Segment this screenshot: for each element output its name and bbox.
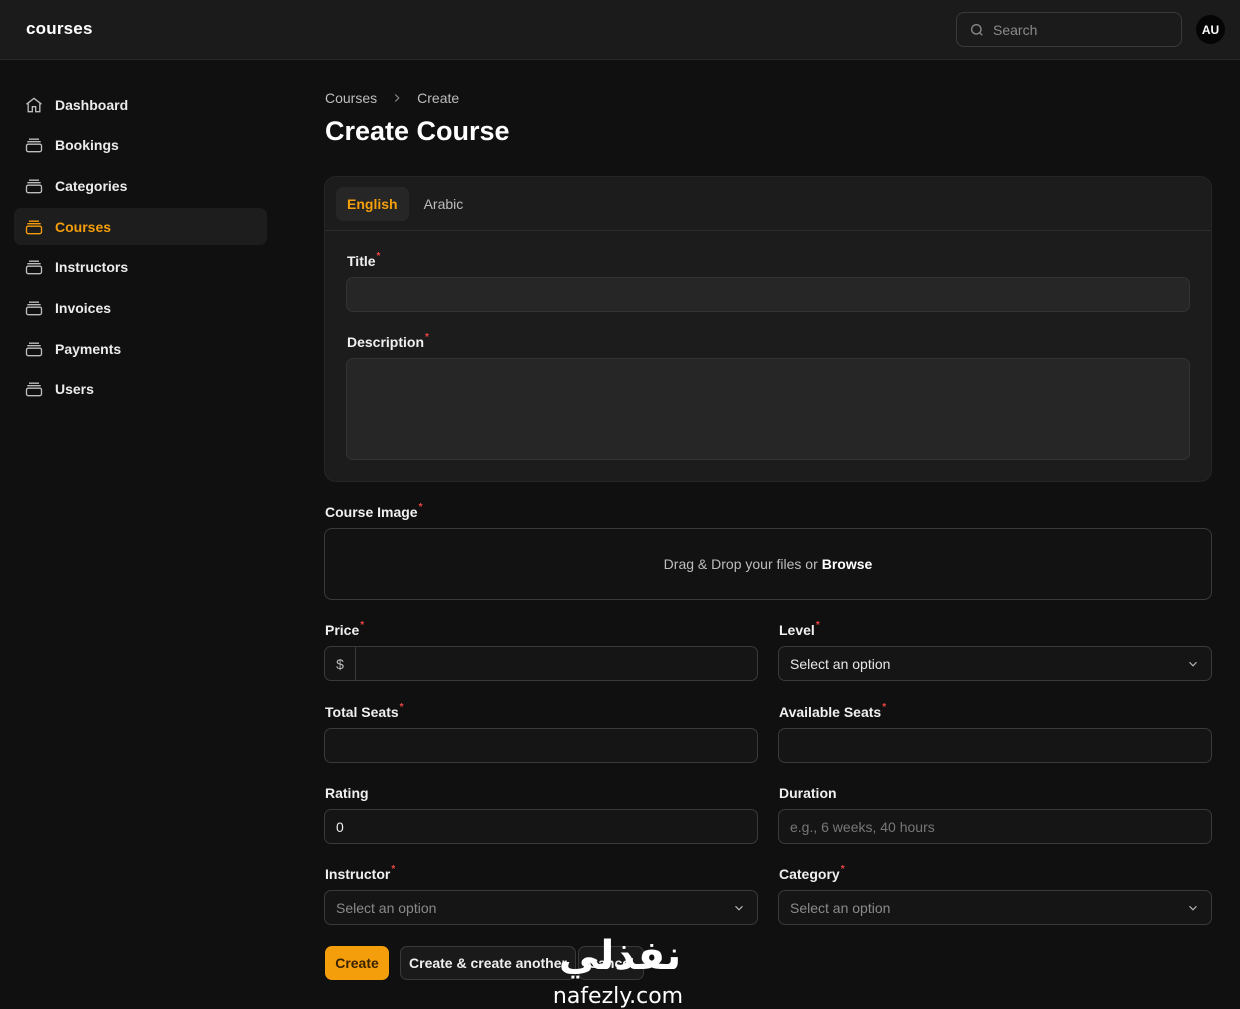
avatar[interactable]: AU bbox=[1196, 15, 1225, 44]
nafezly-watermark: نفذلي nafezly.com bbox=[553, 933, 683, 1009]
required-mark: * bbox=[882, 702, 887, 713]
rating-input[interactable] bbox=[325, 810, 757, 843]
sidebar: Dashboard Bookings Categories Courses In… bbox=[14, 86, 267, 412]
sidebar-item-label: Users bbox=[55, 381, 94, 398]
category-placeholder: Select an option bbox=[790, 899, 891, 916]
required-mark: * bbox=[425, 332, 429, 343]
collection-icon bbox=[25, 260, 43, 275]
title-field bbox=[346, 277, 1190, 312]
tab-english[interactable]: English bbox=[336, 186, 409, 221]
level-selected-value: Select an option bbox=[790, 655, 891, 672]
title-input[interactable] bbox=[347, 278, 1189, 311]
tab-arabic[interactable]: Arabic bbox=[413, 187, 475, 221]
sidebar-item-label: Instructors bbox=[55, 259, 129, 276]
required-mark: * bbox=[360, 620, 365, 631]
description-label: Description* bbox=[347, 332, 429, 350]
total-seats-input[interactable] bbox=[325, 729, 757, 762]
sidebar-item-courses[interactable]: Courses bbox=[14, 208, 267, 246]
sidebar-item-label: Courses bbox=[55, 218, 112, 235]
collection-icon bbox=[25, 179, 43, 194]
collection-icon bbox=[25, 301, 43, 316]
chevron-down-icon bbox=[1189, 905, 1197, 911]
instructor-select[interactable]: Select an option bbox=[324, 890, 758, 925]
rating-label: Rating bbox=[325, 785, 369, 801]
price-field: $ bbox=[324, 646, 758, 681]
sidebar-item-users[interactable]: Users bbox=[14, 371, 267, 408]
total-seats-field bbox=[324, 728, 758, 763]
watermark-arabic: نفذلي bbox=[559, 933, 681, 979]
available-seats-input[interactable] bbox=[779, 729, 1211, 762]
breadcrumb-create: Create bbox=[417, 90, 460, 106]
search-input[interactable] bbox=[993, 21, 1173, 38]
sidebar-item-label: Payments bbox=[55, 340, 122, 357]
sidebar-item-payments[interactable]: Payments bbox=[14, 330, 267, 367]
language-tabs: English Arabic bbox=[325, 177, 1211, 231]
required-mark: * bbox=[399, 702, 404, 713]
level-select[interactable]: Select an option bbox=[778, 646, 1212, 681]
available-seats-field bbox=[778, 728, 1212, 763]
required-mark: * bbox=[840, 864, 845, 875]
sidebar-item-bookings[interactable]: Bookings bbox=[14, 127, 267, 164]
sidebar-item-label: Dashboard bbox=[55, 96, 129, 113]
level-label: Level* bbox=[779, 620, 820, 638]
duration-input[interactable] bbox=[779, 810, 1211, 843]
course-image-label: Course Image* bbox=[325, 502, 423, 520]
collection-icon bbox=[25, 220, 43, 234]
available-seats-label: Available Seats* bbox=[779, 702, 887, 720]
rating-field bbox=[324, 809, 758, 844]
required-mark: * bbox=[815, 620, 820, 631]
chevron-down-icon bbox=[1189, 661, 1197, 667]
page-title: Create Course bbox=[325, 116, 510, 146]
create-button[interactable]: Create bbox=[325, 946, 389, 980]
search-box[interactable] bbox=[956, 12, 1182, 47]
breadcrumb: Courses Create bbox=[325, 90, 459, 106]
collection-icon bbox=[25, 342, 43, 356]
sidebar-item-dashboard[interactable]: Dashboard bbox=[14, 86, 267, 123]
dropzone-text: Drag & Drop your files or bbox=[663, 556, 818, 572]
sidebar-item-label: Invoices bbox=[55, 299, 112, 316]
browse-link[interactable]: Browse bbox=[822, 556, 873, 572]
collection-icon bbox=[25, 382, 43, 397]
brand-logo[interactable]: courses bbox=[26, 19, 93, 39]
translations-card: English Arabic Title* Description* bbox=[324, 176, 1212, 482]
price-input[interactable] bbox=[325, 647, 757, 680]
sidebar-item-instructors[interactable]: Instructors bbox=[14, 249, 267, 286]
sidebar-item-label: Categories bbox=[55, 177, 128, 194]
collection-icon bbox=[25, 138, 43, 153]
description-textarea[interactable] bbox=[347, 359, 1189, 459]
category-select[interactable]: Select an option bbox=[778, 890, 1212, 925]
duration-label: Duration bbox=[779, 785, 837, 801]
duration-field bbox=[778, 809, 1212, 844]
instructor-label: Instructor* bbox=[325, 864, 396, 882]
price-label: Price* bbox=[325, 620, 365, 638]
required-mark: * bbox=[391, 864, 396, 875]
title-label: Title* bbox=[347, 251, 381, 269]
chevron-down-icon bbox=[735, 905, 743, 911]
sidebar-item-label: Bookings bbox=[55, 137, 119, 154]
breadcrumb-courses[interactable]: Courses bbox=[325, 90, 377, 106]
course-image-dropzone[interactable]: Drag & Drop your files or Browse bbox=[324, 528, 1212, 600]
category-label: Category* bbox=[779, 864, 845, 882]
instructor-placeholder: Select an option bbox=[336, 899, 437, 916]
description-field bbox=[346, 358, 1190, 460]
top-bar: courses AU bbox=[0, 0, 1240, 60]
required-mark: * bbox=[418, 502, 423, 513]
search-icon bbox=[971, 23, 983, 36]
currency-prefix: $ bbox=[325, 647, 356, 680]
total-seats-label: Total Seats* bbox=[325, 702, 404, 720]
home-icon bbox=[26, 96, 42, 112]
sidebar-item-invoices[interactable]: Invoices bbox=[14, 289, 267, 326]
watermark-latin: nafezly.com bbox=[553, 984, 683, 1009]
chevron-right-icon bbox=[394, 94, 400, 102]
required-mark: * bbox=[376, 251, 381, 262]
sidebar-item-categories[interactable]: Categories bbox=[14, 167, 267, 204]
